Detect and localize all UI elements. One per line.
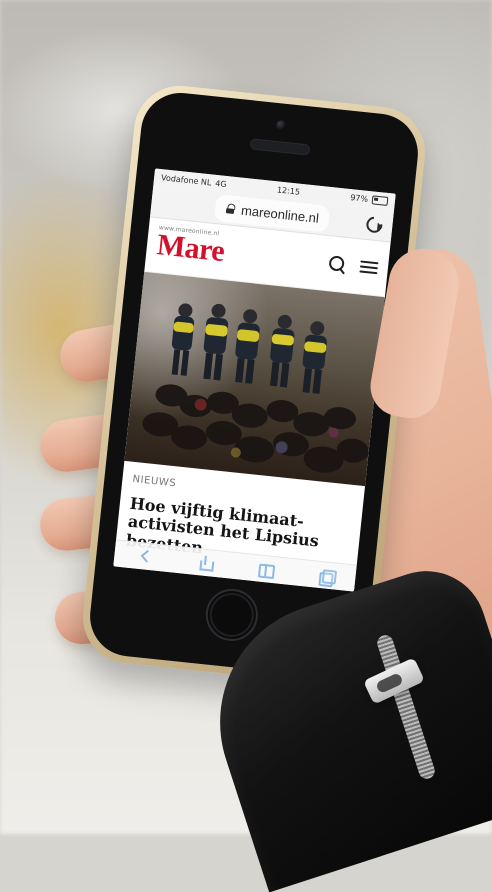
network-label: 4G	[214, 178, 228, 189]
officer-1	[171, 303, 195, 376]
menu-icon[interactable]	[359, 259, 379, 275]
battery-label: 97%	[349, 192, 369, 204]
lock-icon	[225, 203, 236, 214]
carrier-label: Vodafone NL	[160, 172, 212, 187]
seated-crowd	[142, 384, 369, 473]
officers-group	[171, 303, 327, 394]
reload-icon[interactable]	[363, 213, 386, 236]
officer-4	[270, 314, 295, 388]
officer-3	[235, 309, 260, 384]
front-camera-icon	[275, 119, 287, 131]
bookmarks-icon[interactable]	[256, 560, 274, 578]
officer-2	[203, 303, 229, 381]
tabs-icon[interactable]	[316, 567, 334, 585]
menu-line-2	[359, 265, 378, 270]
header-actions	[327, 254, 379, 277]
status-right: 97%	[350, 193, 389, 206]
search-icon[interactable]	[327, 254, 347, 274]
battery-icon	[371, 194, 389, 206]
home-button[interactable]	[203, 586, 261, 644]
share-icon[interactable]	[196, 554, 214, 572]
article-image[interactable]	[124, 271, 385, 487]
earpiece-speaker	[249, 138, 311, 156]
back-icon[interactable]	[136, 548, 154, 566]
time-label: 12:15	[276, 184, 301, 197]
menu-line-3	[359, 270, 378, 275]
menu-line-1	[360, 260, 379, 265]
phone-screen: Vodafone NL 4G 12:15 97% mareonline.nl w…	[113, 168, 396, 592]
officer-5	[302, 321, 327, 394]
url-text[interactable]: mareonline.nl	[240, 202, 319, 225]
